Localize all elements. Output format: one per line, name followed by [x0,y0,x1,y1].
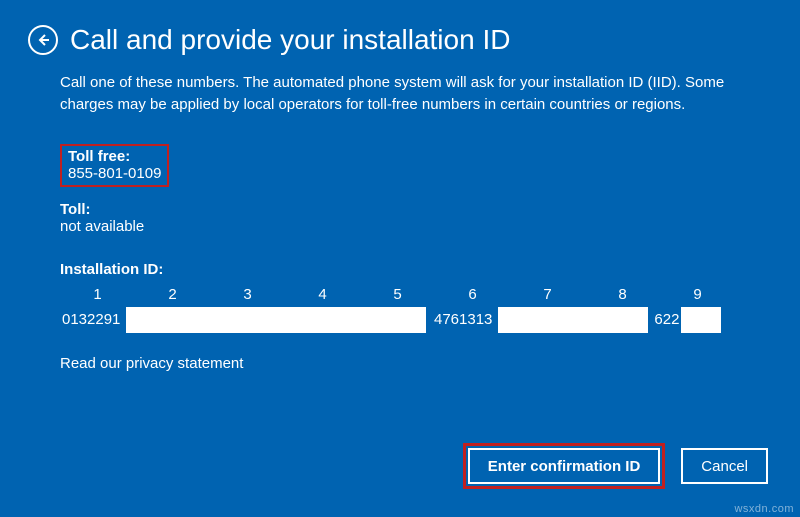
back-arrow-icon [36,33,50,47]
id-col-7: 7 [510,286,585,303]
cancel-button[interactable]: Cancel [681,448,768,484]
id-segment-6: 4761313 [428,311,498,328]
installation-id-headers: 1 2 3 4 5 6 7 8 9 [60,286,740,303]
id-col-5: 5 [360,286,435,303]
toll-label: Toll: [60,201,740,218]
id-col-9: 9 [660,286,735,303]
enter-confirmation-button[interactable]: Enter confirmation ID [468,448,661,484]
id-col-3: 3 [210,286,285,303]
installation-id-label: Installation ID: [60,261,740,278]
id-input-2-5[interactable] [126,307,426,333]
back-button[interactable] [28,25,58,55]
id-col-1: 1 [60,286,135,303]
id-col-8: 8 [585,286,660,303]
toll-free-number: 855-801-0109 [68,165,161,182]
page-title: Call and provide your installation ID [70,24,510,56]
installation-id-fields: 0132291 4761313 622 [60,307,740,333]
toll-free-block: Toll free: 855-801-0109 [60,144,169,187]
privacy-link[interactable]: Read our privacy statement [60,355,740,372]
toll-block: Toll: not available [60,201,740,235]
id-segment-1: 0132291 [60,311,126,328]
id-col-6: 6 [435,286,510,303]
description-text: Call one of these numbers. The automated… [60,72,740,116]
id-col-4: 4 [285,286,360,303]
watermark: wsxdn.com [734,503,794,515]
toll-free-label: Toll free: [68,148,161,165]
id-col-2: 2 [135,286,210,303]
enter-confirmation-highlight: Enter confirmation ID [463,443,666,489]
toll-value: not available [60,218,740,235]
id-input-7-8[interactable] [498,307,648,333]
id-segment-9-prefix: 622 [650,311,681,328]
id-input-9[interactable] [681,307,721,333]
